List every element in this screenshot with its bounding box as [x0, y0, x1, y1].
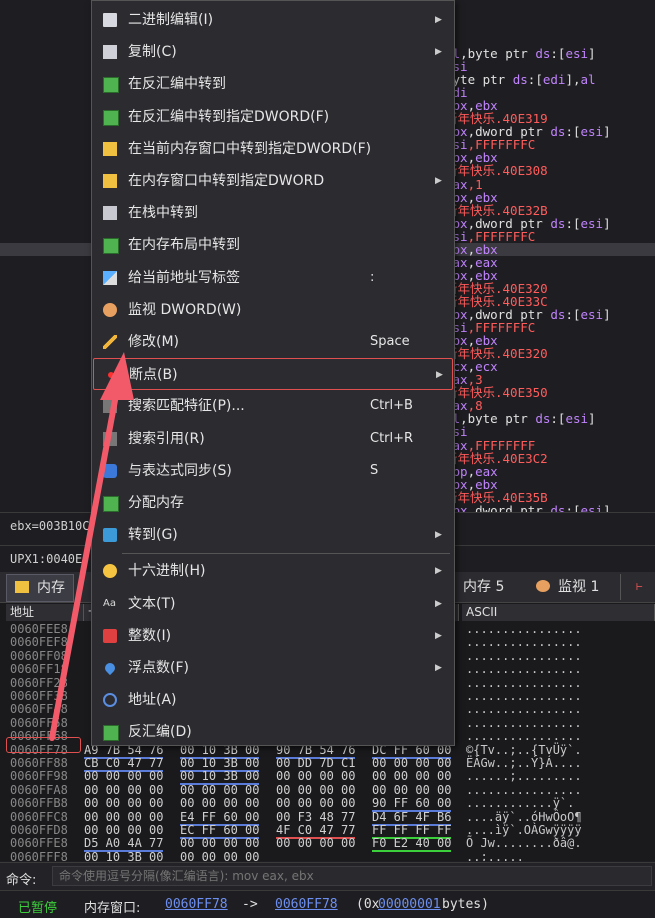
annotation-arrow: [49, 352, 134, 741]
arrow-head: [100, 352, 134, 400]
arrow-shaft: [49, 392, 119, 741]
